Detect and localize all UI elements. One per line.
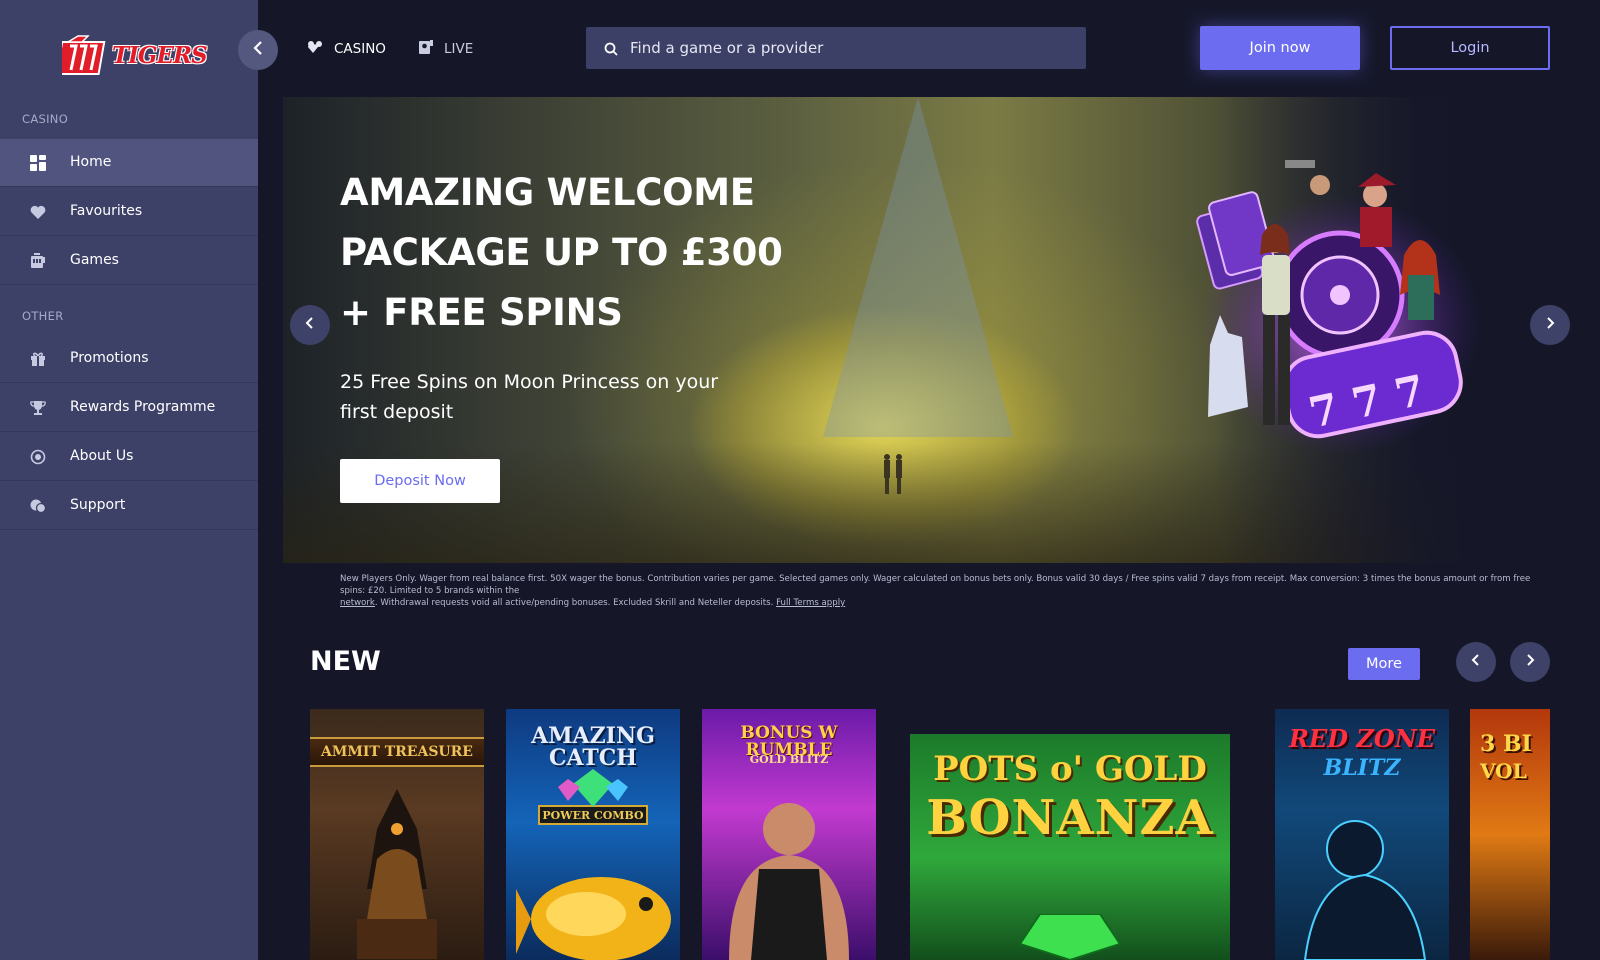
game-tile-pots-o-gold-bonanza[interactable]: POTS o' GOLD BONANZA <box>910 734 1230 960</box>
game-subtitle: BLITZ <box>1323 755 1401 781</box>
grid-icon <box>29 154 47 172</box>
game-tile-amazing-catch[interactable]: AMAZING CATCH POWER COMBO <box>506 709 680 960</box>
game-subtitle: POWER COMBO <box>542 809 644 822</box>
emerald-art <box>1020 914 1120 960</box>
new-prev-button[interactable] <box>1456 642 1496 682</box>
terms-text: New Players Only. Wager from real balanc… <box>340 574 1531 596</box>
live-dealer-icon <box>418 39 434 59</box>
chevron-left-icon <box>1471 652 1481 672</box>
sidebar-item-label: Support <box>70 497 126 513</box>
sidebar-item-label: Favourites <box>70 203 143 219</box>
game-subtitle: GOLD BLITZ <box>749 753 829 766</box>
sidebar-item-support[interactable]: Support <box>0 482 258 530</box>
sidebar: TIGERS CASINO Home Favourites Games OTHE… <box>0 0 258 960</box>
join-now-button[interactable]: Join now <box>1200 26 1360 70</box>
game-title: AMAZING CATCH <box>531 723 655 771</box>
more-button[interactable]: More <box>1348 648 1420 680</box>
search-icon <box>604 41 618 56</box>
game-title: 3 BI <box>1480 731 1532 757</box>
sidebar-item-games[interactable]: Games <box>0 237 258 285</box>
gift-icon <box>29 350 47 368</box>
football-player-art <box>1303 820 1427 960</box>
ammit-figure-art <box>357 789 437 959</box>
chevron-right-icon <box>1525 652 1535 672</box>
game-tile-ammit-treasure[interactable]: AMMIT TREASURE <box>310 709 484 960</box>
hero-subtitle: 25 Free Spins on Moon Princess on your f… <box>340 371 719 423</box>
hero-prev-button[interactable] <box>290 305 330 345</box>
login-button[interactable]: Login <box>1390 26 1550 70</box>
new-next-button[interactable] <box>1510 642 1550 682</box>
chevron-right-icon <box>1545 315 1555 335</box>
game-title: AMMIT TREASURE <box>321 744 473 760</box>
slot-machine-icon <box>29 252 47 270</box>
tab-live[interactable]: LIVE <box>418 38 473 60</box>
game-tile-partial[interactable]: 3 BI VOL <box>1470 709 1550 960</box>
casino-section-label: CASINO <box>22 112 69 126</box>
hero-next-button[interactable] <box>1530 305 1570 345</box>
brand-name: TIGERS <box>112 41 208 69</box>
new-section-title: NEW <box>310 646 381 677</box>
chevron-left-icon <box>305 315 315 335</box>
full-terms-link[interactable]: Full Terms apply <box>776 598 845 608</box>
new-games-carousel: AMMIT TREASURE AMAZING CATCH POWER COMBO… <box>310 709 1550 960</box>
hero-background-beam <box>823 97 1013 437</box>
info-circle-icon <box>29 448 47 466</box>
tab-live-label: LIVE <box>444 41 474 57</box>
terms-text-2: . Withdrawal requests void all active/pe… <box>374 598 774 608</box>
tab-casino[interactable]: CASINO <box>306 38 386 60</box>
search-bar[interactable] <box>586 27 1086 69</box>
chevron-left-icon <box>253 40 263 61</box>
sidebar-item-label: Promotions <box>70 350 149 366</box>
wrestler-art <box>729 803 849 960</box>
hero-title-line: PACKAGE UP TO £300 <box>340 231 783 274</box>
game-tile-bonus-rumble[interactable]: BONUS W RUMBLE GOLD BLITZ <box>702 709 876 960</box>
game-subtitle: VOL <box>1480 759 1527 783</box>
sidebar-item-promotions[interactable]: Promotions <box>0 335 258 383</box>
sidebar-item-favourites[interactable]: Favourites <box>0 188 258 236</box>
hero-title-line: + FREE SPINS <box>340 291 623 334</box>
sidebar-item-label: Rewards Programme <box>70 399 216 415</box>
tab-casino-label: CASINO <box>334 41 386 57</box>
hero-characters-slot-art: 7 7 7 <box>1196 160 1480 455</box>
sidebar-item-home[interactable]: Home <box>0 139 258 187</box>
tiger-claw-logo-icon <box>55 32 108 78</box>
gems-art <box>558 769 628 807</box>
deposit-now-button[interactable]: Deposit Now <box>340 459 500 503</box>
other-section-label: OTHER <box>22 309 64 323</box>
sidebar-item-label: Games <box>70 252 119 268</box>
sidebar-item-label: Home <box>70 154 112 170</box>
game-title: POTS o' GOLD <box>933 749 1207 789</box>
hero-title: AMAZING WELCOME PACKAGE UP TO £300 + FRE… <box>340 163 800 343</box>
chat-bubbles-icon <box>29 497 47 515</box>
sidebar-item-about-us[interactable]: About Us <box>0 433 258 481</box>
sidebar-item-label: About Us <box>70 448 134 464</box>
hero-title-line: AMAZING WELCOME <box>340 171 755 214</box>
tigers-logo[interactable]: TIGERS <box>55 30 208 80</box>
hero-silhouette-figures <box>884 454 902 494</box>
terms-network-link[interactable]: network <box>340 598 375 608</box>
sidebar-item-rewards-programme[interactable]: Rewards Programme <box>0 384 258 432</box>
terms-disclaimer: New Players Only. Wager from real balanc… <box>340 573 1540 609</box>
fish-art <box>516 877 671 960</box>
collapse-sidebar-button[interactable] <box>238 30 278 70</box>
game-title: RED ZONE <box>1288 724 1436 753</box>
cards-icon <box>306 40 324 58</box>
game-tile-red-zone-blitz[interactable]: RED ZONE BLITZ <box>1275 709 1449 960</box>
trophy-icon <box>29 399 47 417</box>
search-input[interactable] <box>630 39 1050 57</box>
heart-icon <box>29 203 47 221</box>
game-subtitle: BONANZA <box>926 790 1214 846</box>
